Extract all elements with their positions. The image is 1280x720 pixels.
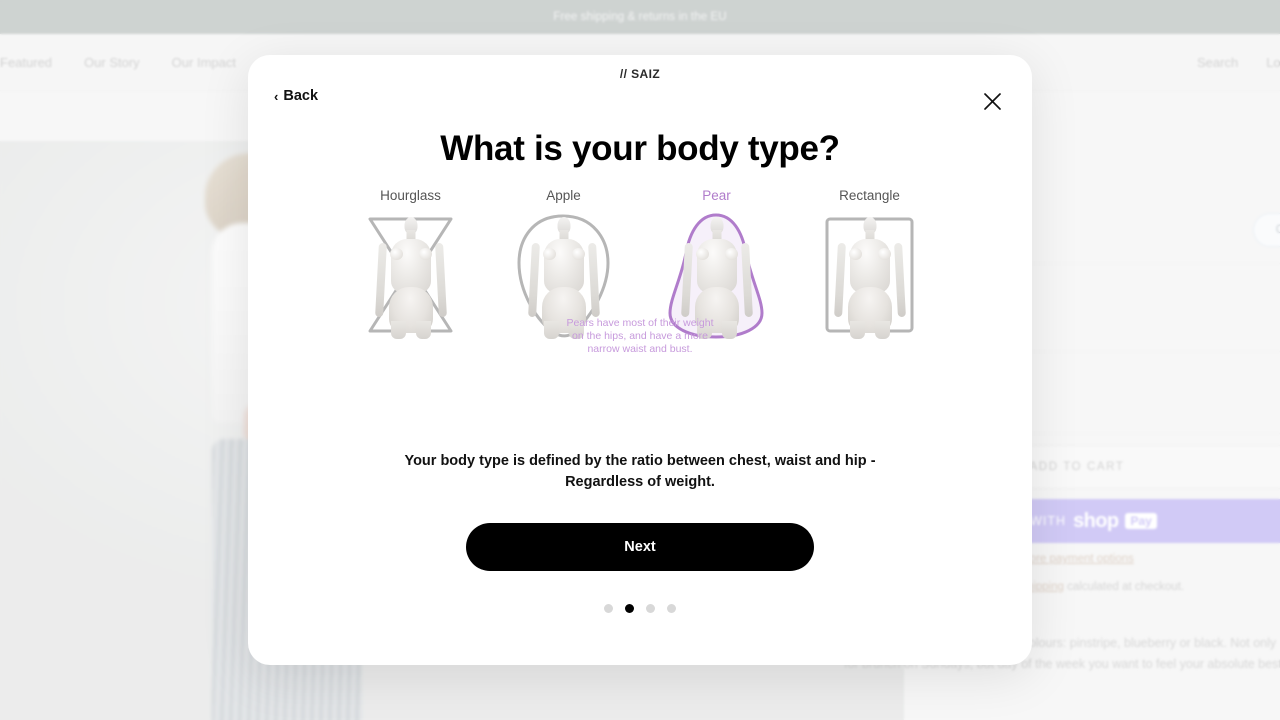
close-icon xyxy=(983,92,1001,110)
next-button[interactable]: Next xyxy=(466,523,814,571)
mannequin-arm-left xyxy=(833,242,846,318)
mannequin-leg-left xyxy=(849,321,865,339)
mannequin-arm-right xyxy=(587,242,600,318)
mannequin-figure xyxy=(374,217,448,339)
close-button[interactable] xyxy=(978,87,1006,115)
body-type-option-hourglass[interactable]: Hourglass xyxy=(334,188,487,339)
back-button[interactable]: ‹ Back xyxy=(274,88,318,104)
mannequin-leg-right xyxy=(721,321,737,339)
body-type-label-pear: Pear xyxy=(702,188,731,203)
mannequin-arm-right xyxy=(893,242,906,318)
pagination-dot-3[interactable] xyxy=(646,604,655,613)
pagination-dot-1[interactable] xyxy=(604,604,613,613)
body-type-description-pear: Pears have most of their weight on the h… xyxy=(566,317,714,355)
back-button-label: Back xyxy=(283,88,319,104)
body-type-figure-hourglass xyxy=(358,211,463,339)
mannequin-leg-left xyxy=(543,321,559,339)
mannequin-arm-right xyxy=(740,242,753,318)
body-type-option-rectangle[interactable]: Rectangle xyxy=(793,188,946,339)
mannequin-chest-right xyxy=(418,248,432,260)
mannequin-chest-left xyxy=(389,248,403,260)
body-type-label-rectangle: Rectangle xyxy=(839,188,900,203)
definition-line-1: Your body type is defined by the ratio b… xyxy=(404,453,876,469)
pagination-dots xyxy=(248,604,1032,613)
saiz-logo: // SAIZ xyxy=(619,67,661,81)
mannequin-chest-left xyxy=(848,248,862,260)
modal-title: What is your body type? xyxy=(440,129,840,168)
mannequin-chest-left xyxy=(542,248,556,260)
definition-line-2: Regardless of weight. xyxy=(565,474,715,490)
mannequin-chest-right xyxy=(724,248,738,260)
body-type-definition: Your body type is defined by the ratio b… xyxy=(248,451,1032,493)
mannequin-chest-right xyxy=(571,248,585,260)
mannequin-chest-left xyxy=(695,248,709,260)
pagination-dot-4[interactable] xyxy=(667,604,676,613)
pagination-dot-2[interactable] xyxy=(625,604,634,613)
body-type-label-hourglass: Hourglass xyxy=(380,188,441,203)
mannequin-leg-right xyxy=(874,321,890,339)
mannequin-arm-left xyxy=(680,242,693,318)
body-type-label-apple: Apple xyxy=(546,188,581,203)
body-type-figure-rectangle xyxy=(817,211,922,339)
body-type-modal: // SAIZ ‹ Back What is your body type? H… xyxy=(248,55,1032,665)
mannequin-arm-right xyxy=(434,242,447,318)
mannequin-arm-left xyxy=(374,242,387,318)
mannequin-leg-left xyxy=(390,321,406,339)
mannequin-chest-right xyxy=(877,248,891,260)
mannequin-figure xyxy=(833,217,907,339)
mannequin-leg-right xyxy=(415,321,431,339)
chevron-left-icon: ‹ xyxy=(274,88,279,104)
mannequin-arm-left xyxy=(527,242,540,318)
